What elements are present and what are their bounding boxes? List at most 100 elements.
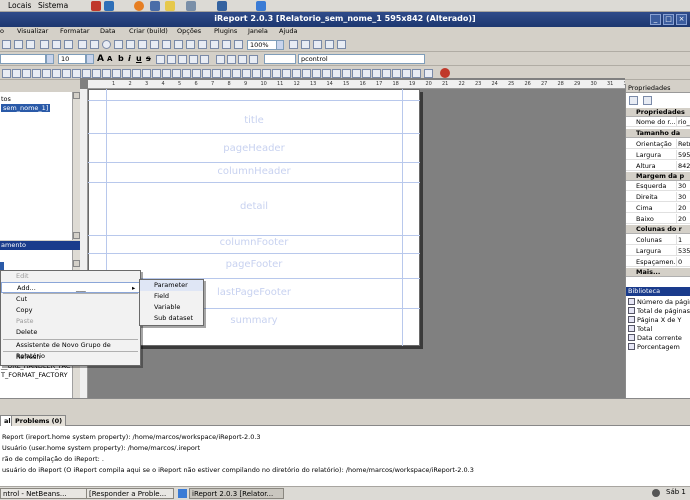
align-tool-icon-29[interactable] bbox=[282, 69, 291, 78]
menu-plugins[interactable]: Plugins bbox=[214, 27, 237, 35]
prop-row-bottom[interactable]: Baixo 20 bbox=[626, 214, 690, 224]
band-detail[interactable]: detail bbox=[88, 201, 420, 212]
text-tool-icon[interactable] bbox=[126, 40, 135, 49]
align-tool-icon-35[interactable] bbox=[342, 69, 351, 78]
ctx-add[interactable]: Add... ___ ▸ bbox=[1, 282, 140, 293]
save-icon[interactable] bbox=[26, 40, 35, 49]
prop-section-size[interactable]: Tamanho da bbox=[626, 129, 690, 138]
font-shrink-button[interactable]: A bbox=[107, 55, 112, 63]
taskbar-ireport[interactable]: iReport 2.0.3 [Relator... bbox=[189, 488, 284, 499]
prop-row-top[interactable]: Cima 20 bbox=[626, 203, 690, 213]
help-icon[interactable] bbox=[337, 40, 346, 49]
align-tool-icon-11[interactable] bbox=[102, 69, 111, 78]
align-tool-icon-18[interactable] bbox=[172, 69, 181, 78]
ireport-icon[interactable] bbox=[256, 1, 266, 11]
align-tool-icon-2[interactable] bbox=[12, 69, 21, 78]
align-tool-icon-37[interactable] bbox=[362, 69, 371, 78]
prop-section-properties[interactable]: Propriedades bbox=[626, 108, 690, 117]
align-tool-icon-40[interactable] bbox=[392, 69, 401, 78]
ctx-refresh[interactable]: Refresh bbox=[1, 352, 140, 363]
align-tool-icon-28[interactable] bbox=[272, 69, 281, 78]
minimize-button[interactable]: _ bbox=[650, 14, 661, 25]
align-tool-icon-14[interactable] bbox=[132, 69, 141, 78]
align-tool-icon-27[interactable] bbox=[262, 69, 271, 78]
element-combo[interactable] bbox=[264, 54, 296, 64]
library-item[interactable]: Página X de Y bbox=[628, 316, 690, 325]
ctx-group-wizard[interactable]: Assistente de Novo Grupo de Relatório bbox=[1, 340, 140, 360]
menu-ajuda[interactable]: Ajuda bbox=[279, 27, 297, 35]
align-tool-icon-42[interactable] bbox=[412, 69, 421, 78]
band-separator[interactable] bbox=[88, 162, 420, 163]
align-tool-icon-5[interactable] bbox=[42, 69, 51, 78]
library-item[interactable]: Total bbox=[628, 325, 690, 334]
submenu-parameter[interactable]: Parameter bbox=[140, 280, 203, 291]
library-item[interactable]: Total de páginas bbox=[628, 307, 690, 316]
tree-item-fields[interactable]: tos bbox=[1, 95, 11, 103]
prop-row-report-name[interactable]: Nome do r... rio_ bbox=[626, 117, 690, 127]
submenu-field[interactable]: Field bbox=[140, 291, 203, 302]
band-page-header[interactable]: pageHeader bbox=[88, 143, 420, 154]
tree-scrollbar[interactable] bbox=[72, 92, 80, 240]
line-tool-icon[interactable] bbox=[78, 40, 87, 49]
menu-janela[interactable]: Janela bbox=[248, 27, 268, 35]
menu-opcoes[interactable]: Opções bbox=[177, 27, 201, 35]
align-tool-icon-24[interactable] bbox=[232, 69, 241, 78]
crosstab-tool-icon[interactable] bbox=[198, 40, 207, 49]
align-tool-icon-38[interactable] bbox=[372, 69, 381, 78]
netbeans-icon[interactable] bbox=[217, 1, 227, 11]
align-tool-icon-34[interactable] bbox=[332, 69, 341, 78]
prop-row-width[interactable]: Largura 595 bbox=[626, 150, 690, 160]
open-icon[interactable] bbox=[14, 40, 23, 49]
ctx-copy[interactable]: Copy bbox=[1, 305, 140, 316]
snap-icon[interactable] bbox=[222, 40, 231, 49]
band-separator[interactable] bbox=[88, 133, 420, 134]
align-tool-icon-23[interactable] bbox=[222, 69, 231, 78]
image-tool-icon[interactable] bbox=[114, 40, 123, 49]
align-tool-icon-43[interactable] bbox=[424, 69, 433, 78]
tree-item-report-selected[interactable]: sem_nome_1] bbox=[1, 104, 51, 112]
run-db-icon[interactable] bbox=[313, 40, 322, 49]
prop-row-left[interactable]: Esquerda 30 bbox=[626, 181, 690, 191]
zoom-combo[interactable]: 100% bbox=[247, 40, 277, 50]
library-item[interactable]: Data corrente bbox=[628, 334, 690, 343]
chart-tool-icon[interactable] bbox=[162, 40, 171, 49]
align-tool-icon-30[interactable] bbox=[292, 69, 301, 78]
border-icon[interactable] bbox=[238, 55, 247, 64]
align-tool-icon-7[interactable] bbox=[62, 69, 71, 78]
prop-row-height[interactable]: Altura 842 bbox=[626, 161, 690, 171]
align-tool-icon-1[interactable] bbox=[2, 69, 11, 78]
italic-button[interactable]: i bbox=[128, 54, 131, 63]
bold-button[interactable]: b bbox=[118, 54, 124, 63]
prop-row-columns[interactable]: Colunas 1 bbox=[626, 235, 690, 245]
align-left-icon[interactable] bbox=[156, 55, 165, 64]
font-grow-button[interactable]: A bbox=[97, 54, 104, 64]
panel-menu-locais[interactable]: Locais bbox=[8, 1, 31, 10]
frame-tool-icon[interactable] bbox=[186, 40, 195, 49]
prop-section-more[interactable]: Mais... bbox=[626, 268, 690, 277]
menu-data[interactable]: Data bbox=[100, 27, 116, 35]
paste-icon[interactable] bbox=[64, 40, 73, 49]
rect-tool-icon[interactable] bbox=[90, 40, 99, 49]
library-item[interactable]: Número da página bbox=[628, 298, 690, 307]
align-tool-icon-26[interactable] bbox=[252, 69, 261, 78]
align-tool-icon-39[interactable] bbox=[382, 69, 391, 78]
align-tool-icon-31[interactable] bbox=[302, 69, 311, 78]
align-tool-icon-33[interactable] bbox=[322, 69, 331, 78]
align-tool-icon-3[interactable] bbox=[22, 69, 31, 78]
align-tool-icon-10[interactable] bbox=[92, 69, 101, 78]
align-tool-icon-22[interactable] bbox=[212, 69, 221, 78]
strikethrough-button[interactable]: s bbox=[146, 54, 151, 63]
align-tool-icon-36[interactable] bbox=[352, 69, 361, 78]
sort-alpha-icon[interactable] bbox=[643, 96, 652, 105]
structure-scroll-up[interactable] bbox=[73, 260, 80, 267]
font-size-dropdown-arrow[interactable] bbox=[86, 54, 94, 64]
ctx-cut[interactable]: Cut bbox=[1, 294, 140, 305]
font-family-combo[interactable] bbox=[0, 54, 46, 64]
border-style-icon[interactable] bbox=[249, 55, 258, 64]
element-name-field[interactable]: pcontrol bbox=[298, 54, 425, 64]
align-tool-icon-21[interactable] bbox=[202, 69, 211, 78]
sort-category-icon[interactable] bbox=[629, 96, 638, 105]
output-splitter[interactable] bbox=[0, 398, 690, 413]
align-tool-icon-4[interactable] bbox=[32, 69, 41, 78]
firefox-icon[interactable] bbox=[134, 1, 144, 11]
